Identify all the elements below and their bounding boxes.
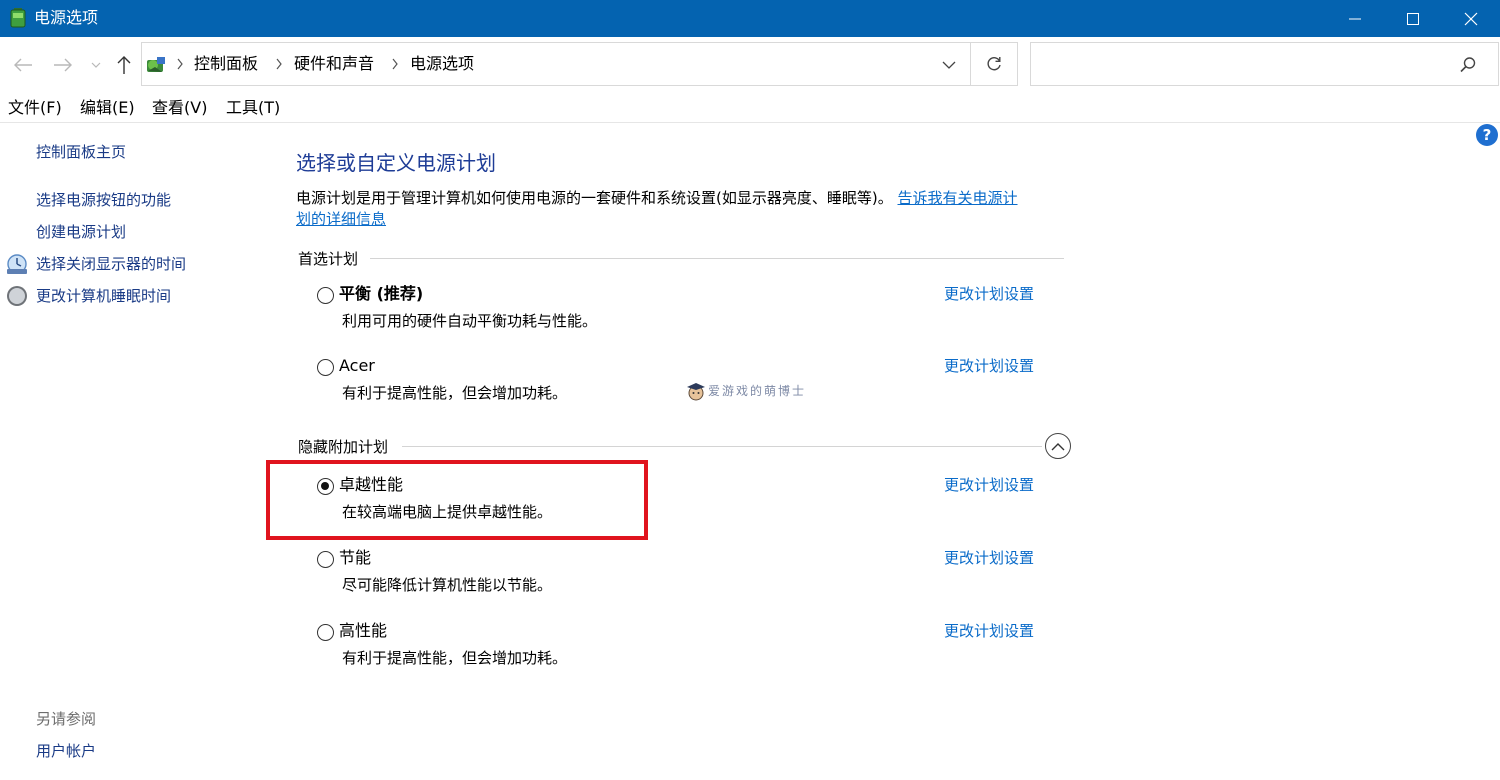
description-text: 电源计划是用于管理计算机如何使用电源的一套硬件和系统设置(如显示器亮度、睡眠等)…	[296, 189, 893, 207]
plan-balanced-desc: 利用可用的硬件自动平衡功耗与性能。	[342, 312, 598, 330]
plan-ultimate-settings-link[interactable]: 更改计划设置	[944, 475, 1034, 495]
chevron-down-icon	[91, 62, 101, 68]
control-panel-icon	[147, 57, 165, 72]
arrow-left-icon	[14, 58, 32, 72]
collapse-button[interactable]	[1045, 433, 1071, 459]
plan-acer-settings-link[interactable]: 更改计划设置	[944, 356, 1034, 376]
plan-balanced-name[interactable]: 平衡 (推荐)	[339, 284, 423, 304]
plan-ultimate-name[interactable]: 卓越性能	[339, 475, 403, 495]
sleep-moon-icon	[7, 286, 27, 306]
chevron-up-icon	[1051, 442, 1065, 450]
help-icon[interactable]: ?	[1476, 124, 1498, 146]
breadcrumb-hardware-sound[interactable]: 硬件和声音	[294, 54, 374, 74]
plan-acer-name[interactable]: Acer	[339, 356, 375, 376]
breadcrumb-control-panel[interactable]: 控制面板	[194, 54, 258, 74]
menu-bar: 文件(F) 编辑(E) 查看(V) 工具(T)	[0, 91, 1500, 123]
address-bar[interactable]: 控制面板 硬件和声音 电源选项	[141, 42, 971, 86]
menu-tools[interactable]: 工具(T)	[226, 98, 280, 118]
learn-more-link-line2: 划的详细信息	[296, 210, 387, 228]
maximize-button[interactable]	[1384, 0, 1442, 37]
search-icon[interactable]	[1459, 56, 1477, 74]
divider	[402, 446, 1042, 447]
menu-file[interactable]: 文件(F)	[8, 98, 62, 118]
watermark: 爱游戏的萌博士	[686, 381, 816, 401]
arrow-up-icon	[117, 56, 131, 74]
search-box[interactable]	[1030, 42, 1499, 86]
forward-button[interactable]	[52, 54, 74, 76]
highlight-box	[266, 460, 648, 540]
plan-balanced-settings-link[interactable]: 更改计划设置	[944, 284, 1034, 304]
plan-power-saver-radio[interactable]	[317, 551, 334, 568]
back-button[interactable]	[12, 54, 34, 76]
hidden-plans-heading: 隐藏附加计划	[298, 438, 389, 456]
display-timer-icon	[7, 254, 27, 274]
battery-icon	[10, 8, 26, 28]
plan-power-saver-desc: 尽可能降低计算机性能以节能。	[342, 576, 553, 594]
close-button[interactable]	[1442, 0, 1500, 37]
minimize-icon	[1349, 18, 1361, 19]
chevron-down-icon[interactable]	[942, 60, 956, 70]
breadcrumb-separator-icon	[276, 58, 282, 70]
search-input[interactable]	[1037, 49, 1447, 79]
mascot-icon	[687, 383, 705, 401]
plan-ultimate-radio[interactable]	[317, 478, 334, 495]
sidebar-create-power-plan[interactable]: 创建电源计划	[36, 222, 126, 242]
page-description: 电源计划是用于管理计算机如何使用电源的一套硬件和系统设置(如显示器亮度、睡眠等)…	[296, 188, 1076, 230]
plan-high-performance-radio[interactable]	[317, 624, 334, 641]
plan-acer-desc: 有利于提高性能，但会增加功耗。	[342, 384, 568, 402]
refresh-button[interactable]	[970, 42, 1018, 86]
minimize-button[interactable]	[1326, 0, 1384, 37]
breadcrumb-power-options[interactable]: 电源选项	[410, 54, 474, 74]
see-also-heading: 另请参阅	[36, 710, 97, 728]
sidebar-power-button-function[interactable]: 选择电源按钮的功能	[36, 190, 171, 210]
title-bar: 电源选项	[0, 0, 1500, 37]
up-button[interactable]	[113, 54, 135, 76]
sidebar-control-panel-home[interactable]: 控制面板主页	[36, 142, 126, 162]
refresh-icon	[986, 57, 1001, 71]
preferred-plans-heading: 首选计划	[298, 250, 359, 268]
plan-power-saver-name[interactable]: 节能	[339, 548, 371, 568]
maximize-icon	[1407, 12, 1419, 25]
window-title: 电源选项	[34, 8, 99, 27]
plan-balanced-radio[interactable]	[317, 287, 334, 304]
page-title: 选择或自定义电源计划	[296, 151, 496, 175]
sidebar-display-off-time[interactable]: 选择关闭显示器的时间	[36, 254, 186, 274]
recent-locations-button[interactable]	[86, 54, 106, 76]
plan-high-performance-settings-link[interactable]: 更改计划设置	[944, 621, 1034, 641]
plan-high-performance-desc: 有利于提高性能，但会增加功耗。	[342, 649, 568, 667]
close-icon	[1464, 12, 1478, 25]
watermark-text: 爱游戏的萌博士	[708, 384, 807, 398]
sidebar-change-sleep-time[interactable]: 更改计算机睡眠时间	[36, 286, 171, 306]
menu-edit[interactable]: 编辑(E)	[80, 98, 135, 118]
plan-acer-radio[interactable]	[317, 359, 334, 376]
plan-high-performance-name[interactable]: 高性能	[339, 621, 387, 641]
arrow-right-icon	[54, 58, 72, 72]
sidebar-user-accounts[interactable]: 用户帐户	[36, 741, 96, 761]
learn-more-link-line1: 告诉我有关电源计	[897, 189, 1018, 207]
divider	[370, 258, 1064, 259]
breadcrumb-separator-icon	[177, 58, 183, 70]
plan-power-saver-settings-link[interactable]: 更改计划设置	[944, 548, 1034, 568]
plan-ultimate-desc: 在较高端电脑上提供卓越性能。	[342, 503, 553, 521]
menu-view[interactable]: 查看(V)	[152, 98, 207, 118]
breadcrumb-separator-icon	[392, 58, 398, 70]
